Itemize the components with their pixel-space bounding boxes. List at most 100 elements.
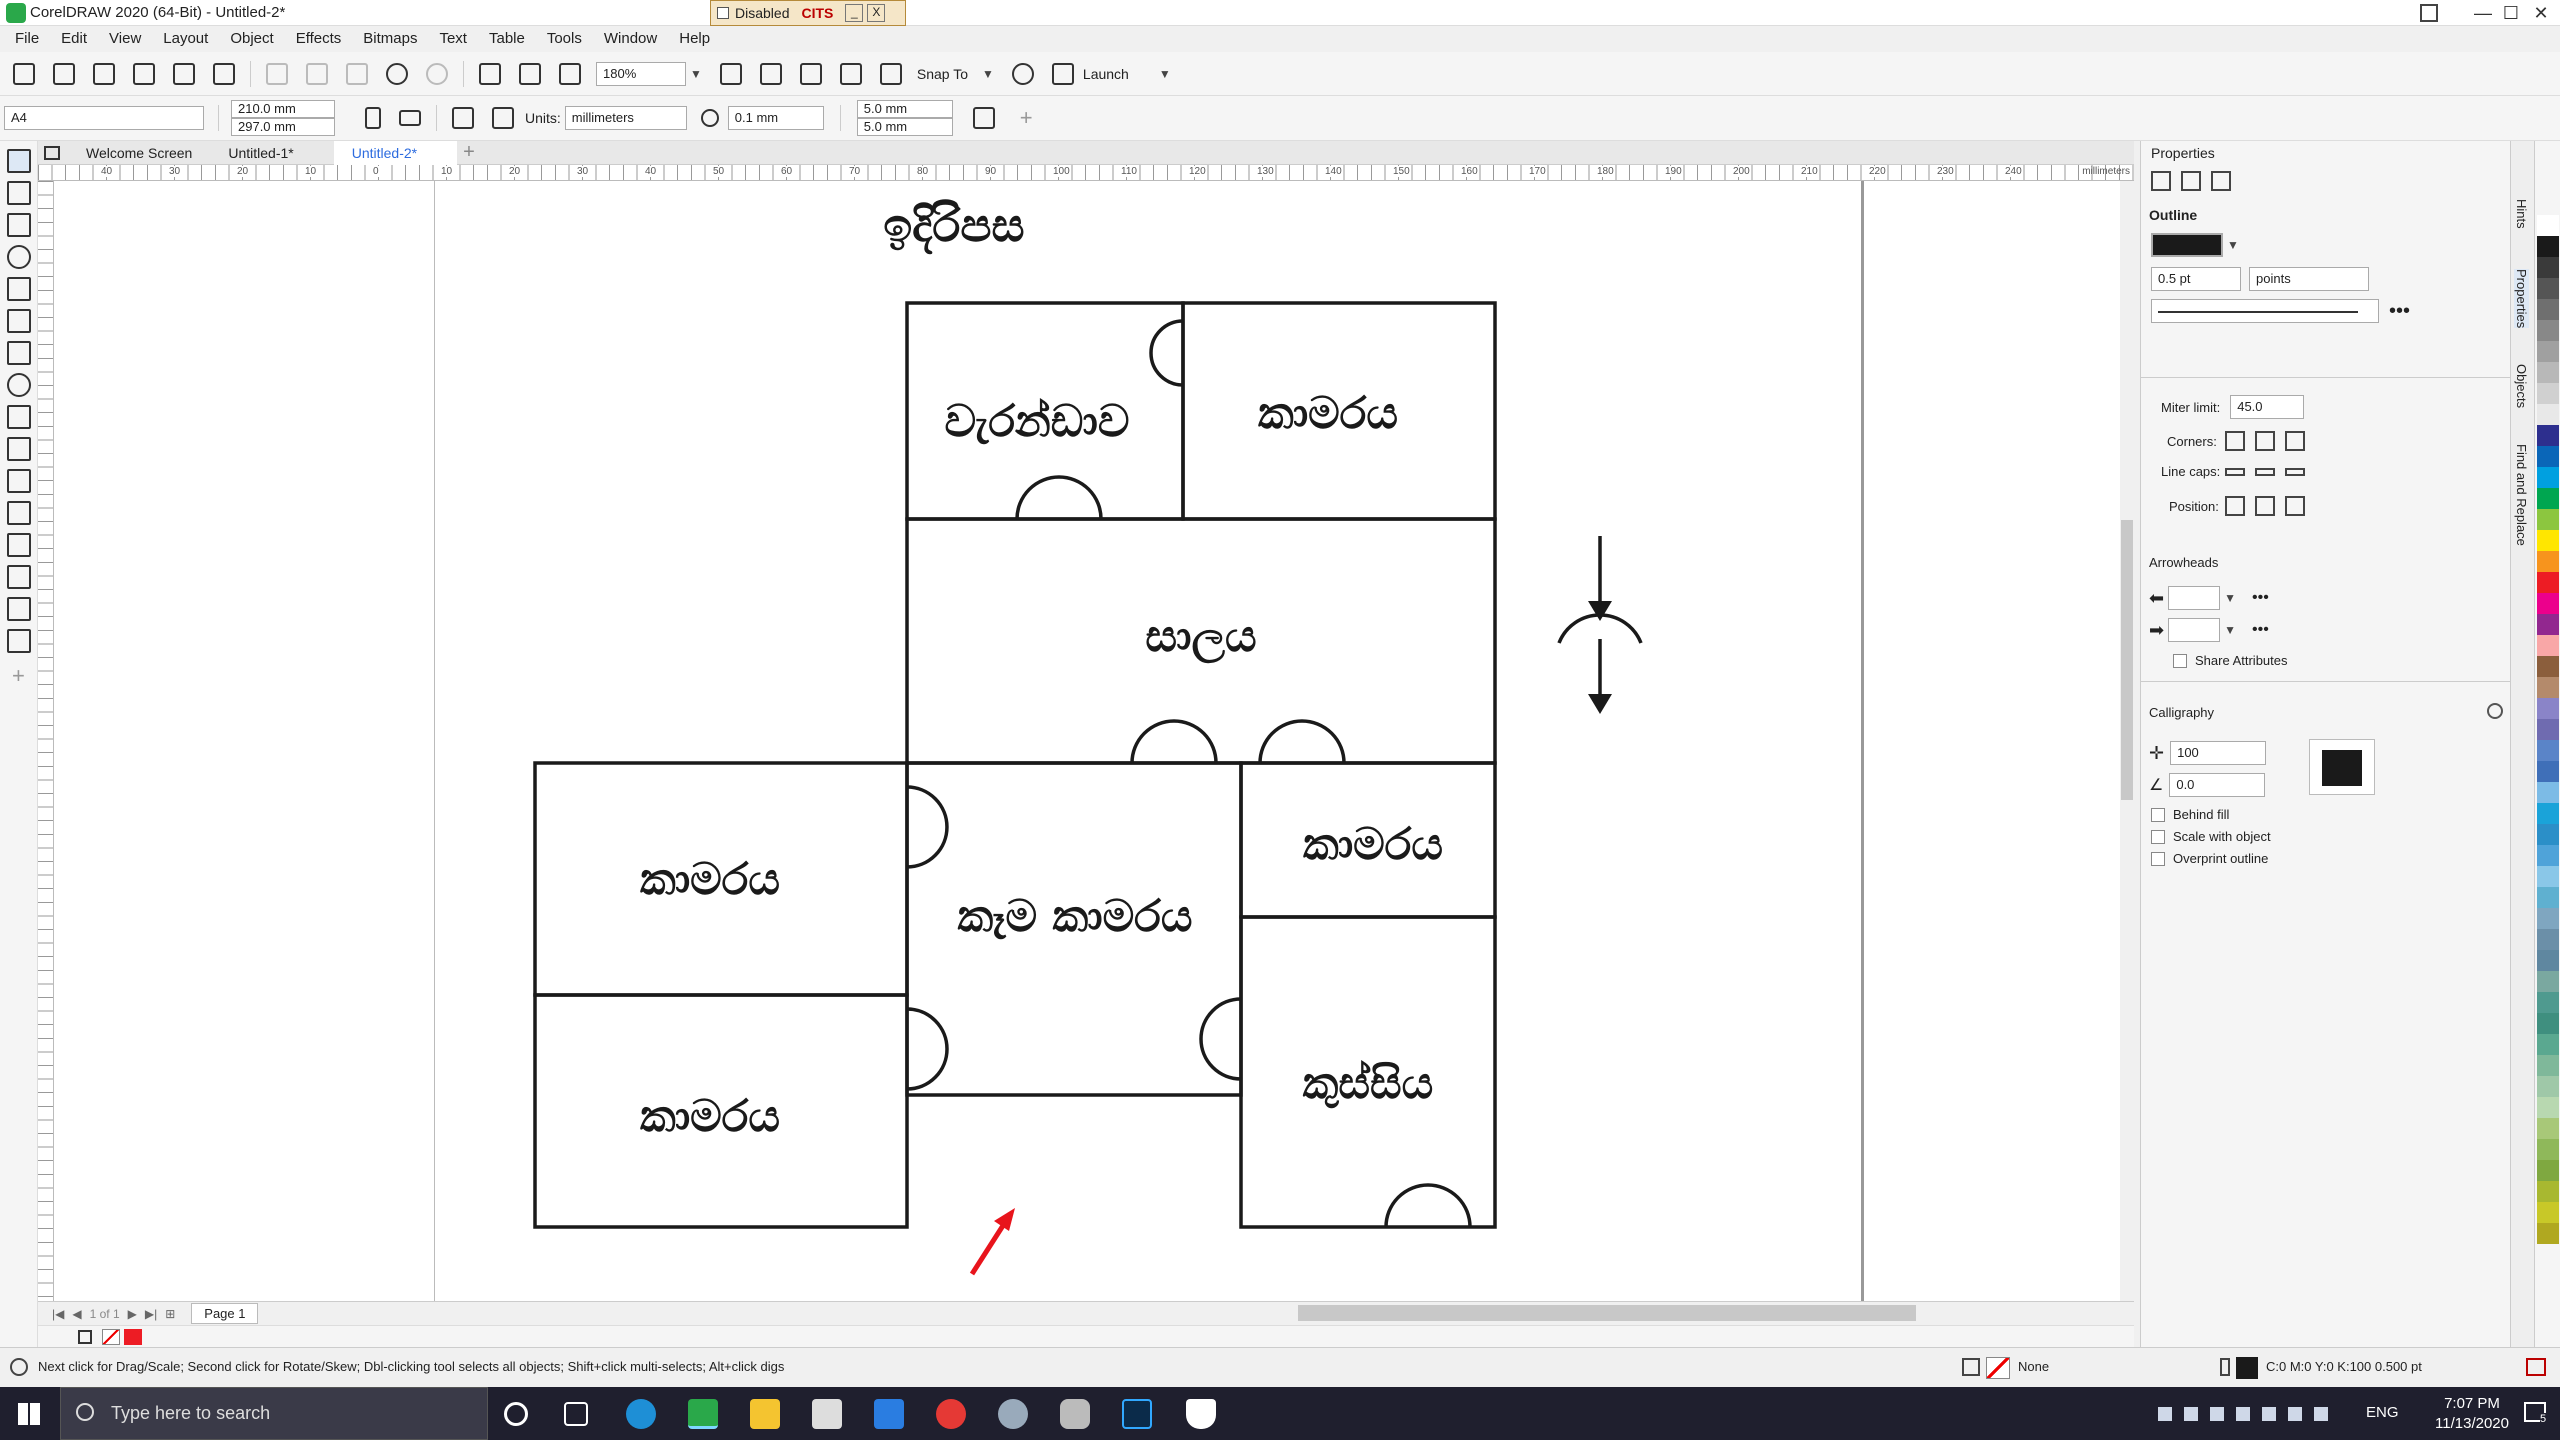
nudge-distance-field[interactable]: 0.1 mm (727, 106, 824, 130)
palette-swatch[interactable] (2537, 572, 2559, 593)
outside-position-icon[interactable] (2225, 496, 2245, 516)
outline-units-select[interactable]: points (2249, 267, 2369, 291)
palette-swatch[interactable] (2537, 698, 2559, 719)
overprint-outline-checkbox[interactable] (2151, 851, 2165, 866)
clock-date[interactable]: 11/13/2020 (2430, 1415, 2514, 1432)
close-button[interactable]: ✕ (2518, 0, 2560, 26)
ellipse-tool-icon[interactable] (7, 373, 31, 397)
page-width-field[interactable]: 210.0 mm (231, 100, 335, 118)
palette-swatch[interactable] (2537, 341, 2559, 362)
new-tab-icon[interactable]: + (463, 141, 475, 164)
outline-color-picker[interactable]: ▼ (2151, 233, 2239, 257)
label-room-top[interactable]: කාමරය (1258, 388, 1398, 439)
parallel-dimension-tool-icon[interactable] (7, 469, 31, 493)
palette-swatch[interactable] (2537, 719, 2559, 740)
guidelines-icon[interactable] (839, 62, 862, 85)
menu-effects[interactable]: Effects (285, 26, 353, 52)
outline-color-swatch[interactable] (2236, 1357, 2258, 1379)
label-room-left-bottom[interactable]: කාමරය (640, 1091, 780, 1142)
palette-swatch[interactable] (2537, 803, 2559, 824)
palette-swatch[interactable] (2537, 215, 2559, 236)
label-hall[interactable]: සාලය (1145, 611, 1256, 663)
menu-help[interactable]: Help (668, 26, 721, 52)
round-cap-icon[interactable] (2255, 467, 2275, 476)
chevron-down-icon[interactable]: ▼ (1159, 67, 1171, 81)
connector-tool-icon[interactable] (7, 501, 31, 525)
palette-swatch[interactable] (2537, 950, 2559, 971)
palette-swatch[interactable] (2537, 1097, 2559, 1118)
crop-tool-icon[interactable] (7, 213, 31, 237)
menu-layout[interactable]: Layout (152, 26, 219, 52)
menu-window[interactable]: Window (593, 26, 668, 52)
page-height-field[interactable]: 297.0 mm (231, 118, 335, 136)
undo-icon[interactable] (386, 62, 408, 85)
chrome-icon[interactable] (936, 1399, 966, 1429)
palette-swatch[interactable] (2537, 761, 2559, 782)
behind-fill-checkbox[interactable] (2151, 807, 2165, 822)
start-arrowhead-select[interactable] (2168, 586, 2221, 610)
snap-to-button[interactable]: Snap To (917, 66, 968, 82)
palette-swatch[interactable] (2537, 1160, 2559, 1181)
menu-tools[interactable]: Tools (536, 26, 593, 52)
behind-fill-row[interactable]: Behind fill (2151, 807, 2229, 822)
banner-close-icon[interactable]: X (867, 4, 886, 22)
paste-icon[interactable] (346, 62, 368, 85)
palette-swatch[interactable] (2537, 887, 2559, 908)
vertical-scroll-thumb[interactable] (2121, 520, 2133, 800)
tab-welcome-screen[interactable]: Welcome Screen (68, 141, 210, 165)
import-icon[interactable] (479, 62, 501, 85)
corel-moon-icon[interactable] (998, 1399, 1028, 1429)
rectangle-tool-icon[interactable] (7, 341, 31, 365)
add-page-icon[interactable]: ⊞ (165, 1307, 175, 1321)
page-size-select[interactable]: A4 (4, 106, 204, 130)
share-attributes-checkbox[interactable] (2173, 653, 2187, 668)
next-page-icon[interactable]: ▶ (128, 1307, 137, 1321)
palette-swatch[interactable] (2537, 971, 2559, 992)
round-corner-icon[interactable] (2255, 431, 2275, 451)
open-icon[interactable] (53, 62, 75, 85)
palette-swatch[interactable] (2537, 1181, 2559, 1202)
tab-untitled-2[interactable]: Untitled-2* (333, 140, 458, 165)
chevron-down-icon[interactable]: ▼ (982, 67, 994, 81)
all-pages-icon[interactable] (452, 107, 474, 129)
scale-with-object-row[interactable]: Scale with object (2151, 829, 2271, 844)
clock-time[interactable]: 7:07 PM (2430, 1395, 2514, 1412)
palette-swatch[interactable] (2537, 656, 2559, 677)
cloud-icon[interactable] (173, 62, 195, 85)
cut-icon[interactable] (266, 62, 288, 85)
store-icon[interactable] (812, 1399, 842, 1429)
inside-position-icon[interactable] (2285, 496, 2305, 516)
label-room-right[interactable]: කාමරය (1303, 819, 1443, 870)
label-kitchen[interactable]: කුස්සිය (1303, 1058, 1434, 1109)
portrait-icon[interactable] (365, 107, 381, 129)
zoom-tool-icon[interactable] (7, 245, 31, 269)
palette-swatch[interactable] (2537, 1139, 2559, 1160)
outline-pen-icon[interactable] (2151, 171, 2171, 191)
square-cap-icon[interactable] (2285, 467, 2305, 476)
label-veranda[interactable]: වැරන්ඩාව (945, 396, 1130, 447)
windows-start-icon[interactable] (18, 1403, 40, 1425)
add-icon[interactable]: + (1020, 105, 1033, 131)
pdf-icon[interactable] (559, 62, 581, 85)
coreldraw-taskbar-icon[interactable] (688, 1399, 718, 1429)
floor-plan-drawing[interactable]: ඉදිරිපස වැරන්ඩාව කාමරය සාලය කාමරය කෑම කා… (54, 181, 2120, 1301)
palette-swatch[interactable] (2537, 551, 2559, 572)
full-screen-icon[interactable] (719, 62, 742, 85)
chevron-down-icon[interactable]: ▼ (2224, 623, 2236, 637)
more-options-icon[interactable]: ••• (2252, 589, 2269, 607)
chevron-down-icon[interactable]: ▼ (2224, 591, 2236, 605)
mail-icon[interactable] (874, 1399, 904, 1429)
new-document-icon[interactable] (13, 62, 35, 85)
outline-color-swatch[interactable] (2151, 233, 2223, 257)
grid-icon[interactable] (799, 62, 822, 85)
more-options-icon[interactable]: ••• (2389, 300, 2410, 323)
side-tab-find-and-replace[interactable]: Find and Replace (2514, 444, 2529, 546)
gear-icon[interactable] (10, 1358, 28, 1376)
task-view-icon[interactable] (564, 1402, 588, 1426)
palette-swatch[interactable] (2537, 992, 2559, 1013)
drawing-title[interactable]: ඉදිරිපස (883, 198, 1024, 255)
prev-page-icon[interactable]: ◀ (72, 1307, 81, 1321)
palette-swatch[interactable] (2537, 1013, 2559, 1034)
horizontal-scroll-thumb[interactable] (1298, 1305, 1916, 1321)
menu-text[interactable]: Text (428, 26, 478, 52)
